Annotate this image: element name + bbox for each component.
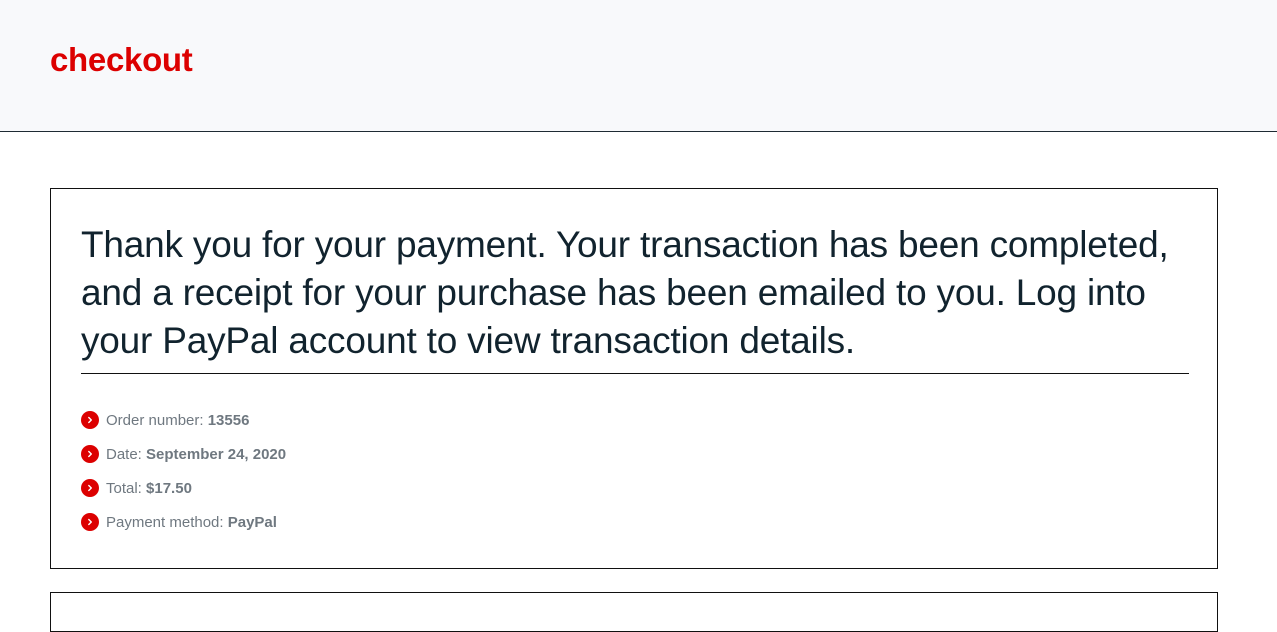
confirmation-message: Thank you for your payment. Your transac… <box>81 224 1169 361</box>
order-total-value: $17.50 <box>146 479 192 497</box>
site-header: checkout <box>0 0 1277 132</box>
order-date-label: Date: <box>106 445 147 463</box>
order-summary-card <box>50 592 1218 632</box>
chevron-right-icon <box>81 445 99 463</box>
order-total-label: Total: <box>106 479 147 497</box>
order-number-label: Order number: <box>106 411 208 429</box>
order-details-list: Order number: 13556 Date: September 24, … <box>81 403 286 539</box>
payment-method-value: PayPal <box>227 513 277 531</box>
chevron-right-icon <box>81 513 99 531</box>
chevron-right-icon <box>81 411 99 429</box>
order-number-item: Order number: 13556 <box>81 403 286 437</box>
payment-method-item: Payment method: PayPal <box>81 505 286 539</box>
order-total-item: Total: $17.50 <box>81 471 286 505</box>
payment-method-label: Payment method: <box>106 513 228 531</box>
chevron-right-icon <box>81 479 99 497</box>
page-title: checkout <box>50 41 193 78</box>
order-number-value: 13556 <box>207 411 250 429</box>
order-confirmation-card: Thank you for your payment. Your transac… <box>50 188 1218 569</box>
order-date-value: September 24, 2020 <box>146 445 287 463</box>
divider <box>81 373 1189 374</box>
order-date-item: Date: September 24, 2020 <box>81 437 286 471</box>
